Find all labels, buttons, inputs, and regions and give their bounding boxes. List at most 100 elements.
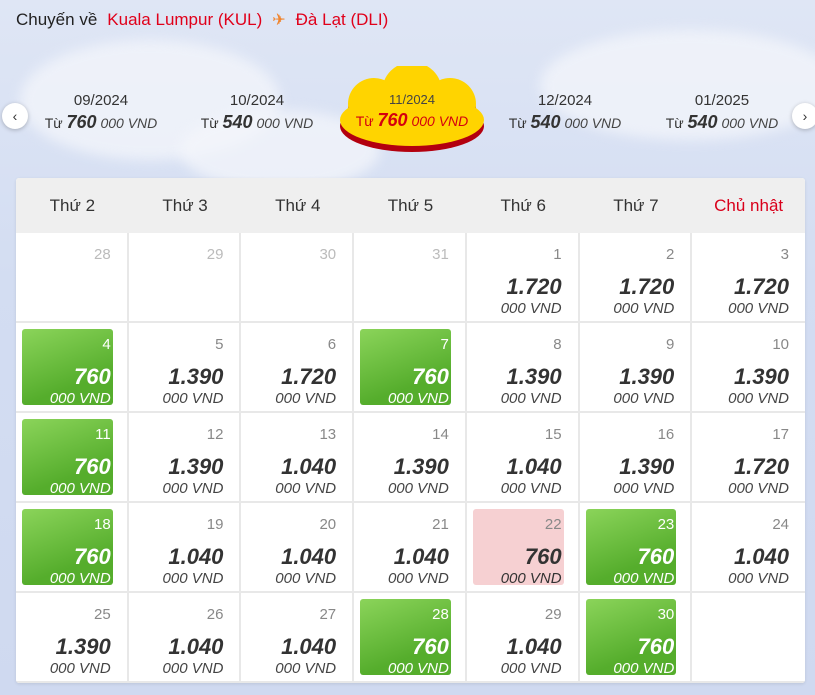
price-unit: 000 VND [613, 390, 675, 407]
day-price: 1.040 [733, 544, 789, 569]
calendar-day-cell[interactable]: 21 1.040 000 VND [354, 503, 467, 593]
day-number: 28 [94, 246, 111, 263]
day-price-box[interactable]: 25 1.390 000 VND [22, 599, 113, 677]
day-number: 21 [432, 516, 449, 533]
calendar-day-cell[interactable]: 19 1.040 000 VND [128, 503, 242, 593]
day-price-box[interactable]: 1 1.720 000 VND [473, 239, 564, 317]
calendar-day-cell[interactable]: 1 1.720 000 VND [466, 233, 580, 323]
day-price-box[interactable]: 11 760 000 VND [22, 419, 113, 497]
day-number: 9 [665, 336, 675, 353]
day-price: 1.040 [506, 634, 562, 659]
month-option[interactable]: 12/2024 Từ 540 000 VND [490, 92, 640, 133]
calendar-day-cell[interactable]: 5 1.390 000 VND [128, 323, 242, 413]
day-price-box[interactable]: 23 760 000 VND [585, 509, 677, 587]
calendar-day-cell[interactable]: 18 760 000 VND [16, 503, 129, 593]
calendar-day-cell[interactable]: 8 1.390 000 VND [466, 323, 580, 413]
price-unit: 000 VND [275, 390, 337, 407]
day-price-box[interactable]: 15 1.040 000 VND [473, 419, 564, 497]
calendar-day-cell[interactable]: 13 1.040 000 VND [241, 413, 355, 503]
calendar-day-cell[interactable]: 12 1.390 000 VND [128, 413, 242, 503]
prev-month-button[interactable]: ‹ [2, 103, 28, 129]
day-price-box[interactable]: 7 760 000 VND [360, 329, 451, 407]
calendar-day-cell[interactable]: 26 1.040 000 VND [128, 593, 242, 683]
price-unit: 000 VND [500, 480, 562, 497]
calendar-day-cell[interactable]: 24 1.040 000 VND [692, 503, 805, 593]
calendar-day-cell[interactable]: 10 1.390 000 VND [692, 323, 805, 413]
day-price-box[interactable]: 2 1.720 000 VND [586, 239, 677, 317]
day-number: 26 [206, 606, 224, 623]
day-price: 1.390 [168, 454, 224, 479]
day-price-box[interactable]: 29 1.040 000 VND [473, 599, 564, 677]
day-price-box[interactable]: 26 1.040 000 VND [135, 599, 226, 677]
origin-city: Kuala Lumpur (KUL) [107, 10, 263, 29]
day-price-box[interactable]: 12 1.390 000 VND [135, 419, 226, 497]
day-price-box[interactable]: 3 1.720 000 VND [698, 239, 791, 317]
day-price-box: 30 [247, 239, 338, 315]
day-price-box[interactable]: 30 760 000 VND [585, 599, 677, 677]
calendar-day-cell[interactable]: 29 1.040 000 VND [466, 593, 580, 683]
price-unit: 000 VND [500, 570, 562, 587]
price-unit: 000 VND [49, 660, 111, 677]
calendar-day-cell[interactable]: 22 760 000 VND [466, 503, 580, 593]
calendar-day-cell[interactable]: 9 1.390 000 VND [579, 323, 693, 413]
day-price-box[interactable]: 5 1.390 000 VND [135, 329, 226, 407]
day-price-box[interactable]: 27 1.040 000 VND [247, 599, 338, 677]
day-number: 17 [772, 426, 789, 443]
day-price: 1.040 [168, 634, 224, 659]
calendar-day-cell[interactable]: 27 1.040 000 VND [241, 593, 355, 683]
calendar-day-cell[interactable]: 30 760 000 VND [579, 593, 693, 683]
calendar-day-cell[interactable]: 20 1.040 000 VND [241, 503, 355, 593]
calendar-day-cell[interactable]: 6 1.720 000 VND [241, 323, 355, 413]
month-option[interactable]: 10/2024 Từ 540 000 VND [182, 92, 332, 133]
day-price-box[interactable]: 18 760 000 VND [22, 509, 113, 587]
month-min-price: Từ 760 000 VND [44, 112, 158, 132]
calendar-day-cell[interactable]: 14 1.390 000 VND [354, 413, 467, 503]
calendar-day-cell[interactable]: 15 1.040 000 VND [466, 413, 580, 503]
day-price-box[interactable]: 20 1.040 000 VND [247, 509, 338, 587]
calendar-day-cell[interactable]: 3 1.720 000 VND [692, 233, 805, 323]
calendar-day-cell[interactable]: 16 1.390 000 VND [579, 413, 693, 503]
day-price-box[interactable]: 19 1.040 000 VND [135, 509, 226, 587]
day-price-box[interactable]: 21 1.040 000 VND [360, 509, 451, 587]
month-option[interactable]: 09/2024 Từ 760 000 VND [26, 92, 176, 133]
weekday-label: Thứ 6 [500, 195, 546, 215]
day-price-box[interactable]: 10 1.390 000 VND [698, 329, 791, 407]
day-price: 760 [637, 634, 675, 659]
month-min-price: Từ 760 000 VND [355, 110, 469, 130]
day-price-box[interactable]: 4 760 000 VND [22, 329, 113, 407]
day-price-box[interactable]: 28 760 000 VND [360, 599, 451, 677]
month-label: 10/2024 [229, 92, 285, 109]
calendar-day-cell[interactable]: 23 760 000 VND [579, 503, 693, 593]
month-label: 12/2024 [537, 92, 593, 109]
calendar-day-cell[interactable]: 7 760 000 VND [354, 323, 467, 413]
day-price-box[interactable]: 6 1.720 000 VND [247, 329, 338, 407]
day-price-box[interactable]: 9 1.390 000 VND [586, 329, 677, 407]
calendar-day-cell[interactable]: 11 760 000 VND [16, 413, 129, 503]
calendar-day-cell[interactable]: 2 1.720 000 VND [579, 233, 693, 323]
month-label: 01/2025 [694, 92, 750, 109]
day-price: 1.720 [733, 454, 789, 479]
month-option[interactable]: 01/2025 Từ 540 000 VND [647, 92, 797, 133]
price-unit: 000 VND [49, 390, 111, 407]
day-price-box[interactable]: 24 1.040 000 VND [698, 509, 791, 587]
weekday-label: Thứ 3 [162, 195, 208, 215]
price-unit: 000 VND [500, 300, 562, 317]
day-price-box[interactable]: 13 1.040 000 VND [247, 419, 338, 497]
day-number: 8 [553, 336, 562, 353]
day-price-box[interactable]: 14 1.390 000 VND [360, 419, 451, 497]
month-option[interactable]: 11/2024 Từ 760 000 VND [337, 92, 487, 131]
calendar-day-cell[interactable]: 28 760 000 VND [354, 593, 467, 683]
calendar-day-cell[interactable]: 17 1.720 000 VND [692, 413, 805, 503]
day-number: 23 [657, 516, 675, 533]
day-price: 1.390 [619, 364, 675, 389]
destination-city: Đà Lạt (DLI) [295, 10, 389, 29]
day-number: 28 [432, 606, 449, 623]
calendar-day-cell[interactable]: 4 760 000 VND [16, 323, 129, 413]
calendar-day-cell[interactable]: 25 1.390 000 VND [16, 593, 129, 683]
day-price: 760 [73, 454, 111, 479]
day-price-box[interactable]: 16 1.390 000 VND [586, 419, 677, 497]
day-price-box[interactable]: 8 1.390 000 VND [473, 329, 564, 407]
selected-day[interactable]: 22 760 000 VND [472, 509, 564, 587]
day-price-box[interactable]: 17 1.720 000 VND [698, 419, 791, 497]
day-price: 760 [637, 544, 675, 569]
